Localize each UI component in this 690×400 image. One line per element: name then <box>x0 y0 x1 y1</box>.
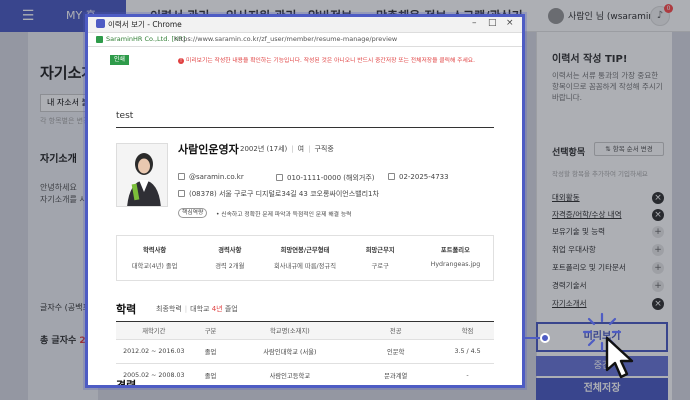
close-icon[interactable]: × <box>506 18 514 28</box>
resume-content: 인쇄 ! 미리보기는 작성한 내용을 확인하는 기능입니다. 작성된 것은 아니오… <box>88 47 522 388</box>
phone-info: 02-2025-4733 <box>388 173 449 181</box>
table-cell: 3.5 / 4.5 <box>441 339 494 364</box>
email-value: @saramin.co.kr <box>189 173 244 181</box>
table-row: 2012.02 ~ 2016.03 졸업 사람인대학교 (서울) 인문학 3.5… <box>116 339 494 364</box>
summary-label: 포트폴리오 <box>440 247 470 254</box>
gender: 여 <box>297 145 305 153</box>
summary-label: 학력사항 <box>143 247 167 254</box>
education-section-title: 학력 <box>116 303 137 316</box>
address-bar[interactable]: SaraminHR Co.,Ltd. [KR] https://www.sara… <box>88 33 522 47</box>
mobile-phone-icon <box>276 174 283 181</box>
resume-preview-window: 이력서 보기 - Chrome – □ × SaraminHR Co.,Ltd.… <box>85 14 525 388</box>
email-icon <box>178 173 185 180</box>
profile-photo <box>116 143 168 207</box>
minimize-icon[interactable]: – <box>472 18 477 28</box>
final-education-years: 4년 <box>211 305 223 313</box>
education-table: 재학기간 구분 학교명(소재지) 전공 학점 2012.02 ~ 2016.03… <box>116 321 494 385</box>
print-button[interactable]: 인쇄 <box>110 55 130 65</box>
job-status: 구직중 <box>314 145 334 153</box>
final-education-label: 최종학력 <box>156 305 182 313</box>
career-section-title: 경력 <box>116 379 137 388</box>
window-title: 이력서 보기 - Chrome <box>96 19 182 30</box>
callout-connector-dot <box>540 333 550 343</box>
profile-person-icon <box>117 144 167 206</box>
applicant-name: 사람인운영자 <box>178 143 239 156</box>
summary-value: 회사내규에 따름/정규직 <box>273 263 337 270</box>
summary-label: 희망연봉/근무형태 <box>280 247 330 254</box>
final-education-status: 졸업 <box>224 305 238 313</box>
table-cell: 인문학 <box>350 339 442 364</box>
lock-icon <box>96 36 103 43</box>
phone-value: 02-2025-4733 <box>399 173 449 181</box>
maximize-icon[interactable]: □ <box>488 18 497 28</box>
divider <box>116 127 494 128</box>
table-cell: - <box>441 363 494 385</box>
core-competency-text: • 신속하고 정확한 문제 파악과 득점적인 문제 해결 능력 <box>216 212 352 218</box>
summary-value: 경력 2개월 <box>215 263 245 270</box>
address-value: (08378) 서울 구로구 디지털로34길 43 코오롱싸이언스밸리1차 <box>189 190 379 198</box>
table-header-row: 재학기간 구분 학교명(소재지) 전공 학점 <box>116 321 494 340</box>
resume-summary-box: 학력사항대학교(4년) 졸업 경력사항경력 2개월 희망연봉/근무형태회사내규에… <box>116 235 494 281</box>
column-header: 재학기간 <box>116 321 192 340</box>
home-icon <box>178 190 185 197</box>
resume-title: test <box>116 111 134 121</box>
table-cell: 졸업 <box>191 339 230 364</box>
window-titlebar[interactable]: 이력서 보기 - Chrome – □ × <box>88 17 522 33</box>
email-info: @saramin.co.kr <box>178 173 244 181</box>
summary-salary: 희망연봉/근무형태회사내규에 따름/정규직 <box>267 236 342 280</box>
mobile-value: 010-1111-0000 (해외거주) <box>287 174 375 182</box>
summary-value[interactable]: Hydrangeas.jpg <box>418 261 493 268</box>
mobile-info: 010-1111-0000 (해외거주) <box>276 173 375 183</box>
window-title-text: 이력서 보기 - Chrome <box>108 20 182 29</box>
final-education-school: 대학교 <box>190 305 210 313</box>
preview-notice: ! 미리보기는 작성한 내용을 확인하는 기능입니다. 작성된 것은 아니오니 반… <box>178 55 475 64</box>
saramin-logo-icon <box>96 19 105 28</box>
summary-value: 구로구 <box>371 263 389 270</box>
column-header: 전공 <box>350 321 442 340</box>
summary-label: 희망근무지 <box>365 247 395 254</box>
url-text[interactable]: https://www.saramin.co.kr/zf_user/member… <box>174 35 397 43</box>
summary-education: 학력사항대학교(4년) 졸업 <box>117 236 192 280</box>
summary-label: 경력사항 <box>218 247 242 254</box>
column-header: 학점 <box>441 321 494 340</box>
applicant-basic-info: 2002년 (17세) | 여 | 구직중 <box>240 145 334 153</box>
alert-icon: ! <box>178 58 184 64</box>
birth-year: 2002년 (17세) <box>240 145 288 153</box>
column-header: 학교명(소재지) <box>229 321 351 340</box>
table-row: 2005.02 ~ 2008.03 졸업 사람인고등학교 문과계열 - <box>116 363 494 385</box>
summary-career: 경력사항경력 2개월 <box>192 236 267 280</box>
table-cell: 2012.02 ~ 2016.03 <box>116 339 192 364</box>
mouse-pointer-icon <box>605 336 634 379</box>
table-cell: 사람인고등학교 <box>229 363 351 385</box>
summary-value: 대학교(4년) 졸업 <box>131 263 178 270</box>
table-cell: 사람인대학교 (서울) <box>229 339 351 364</box>
core-competency-tag: 핵심역량 <box>178 208 208 218</box>
address-info: (08378) 서울 구로구 디지털로34길 43 코오롱싸이언스밸리1차 <box>178 189 379 199</box>
summary-portfolio: 포트폴리오 Hydrangeas.jpg <box>418 236 493 280</box>
table-cell: 졸업 <box>191 363 230 385</box>
phone-icon <box>388 173 395 180</box>
table-cell: 문과계열 <box>350 363 442 385</box>
preview-notice-text: 미리보기는 작성한 내용을 확인하는 기능입니다. 작성된 것은 아니오니 반드… <box>186 58 475 64</box>
summary-location: 희망근무지구로구 <box>343 236 418 280</box>
column-header: 구분 <box>191 321 230 340</box>
final-education: 최종학력 | 대학교 4년 졸업 <box>156 305 238 313</box>
